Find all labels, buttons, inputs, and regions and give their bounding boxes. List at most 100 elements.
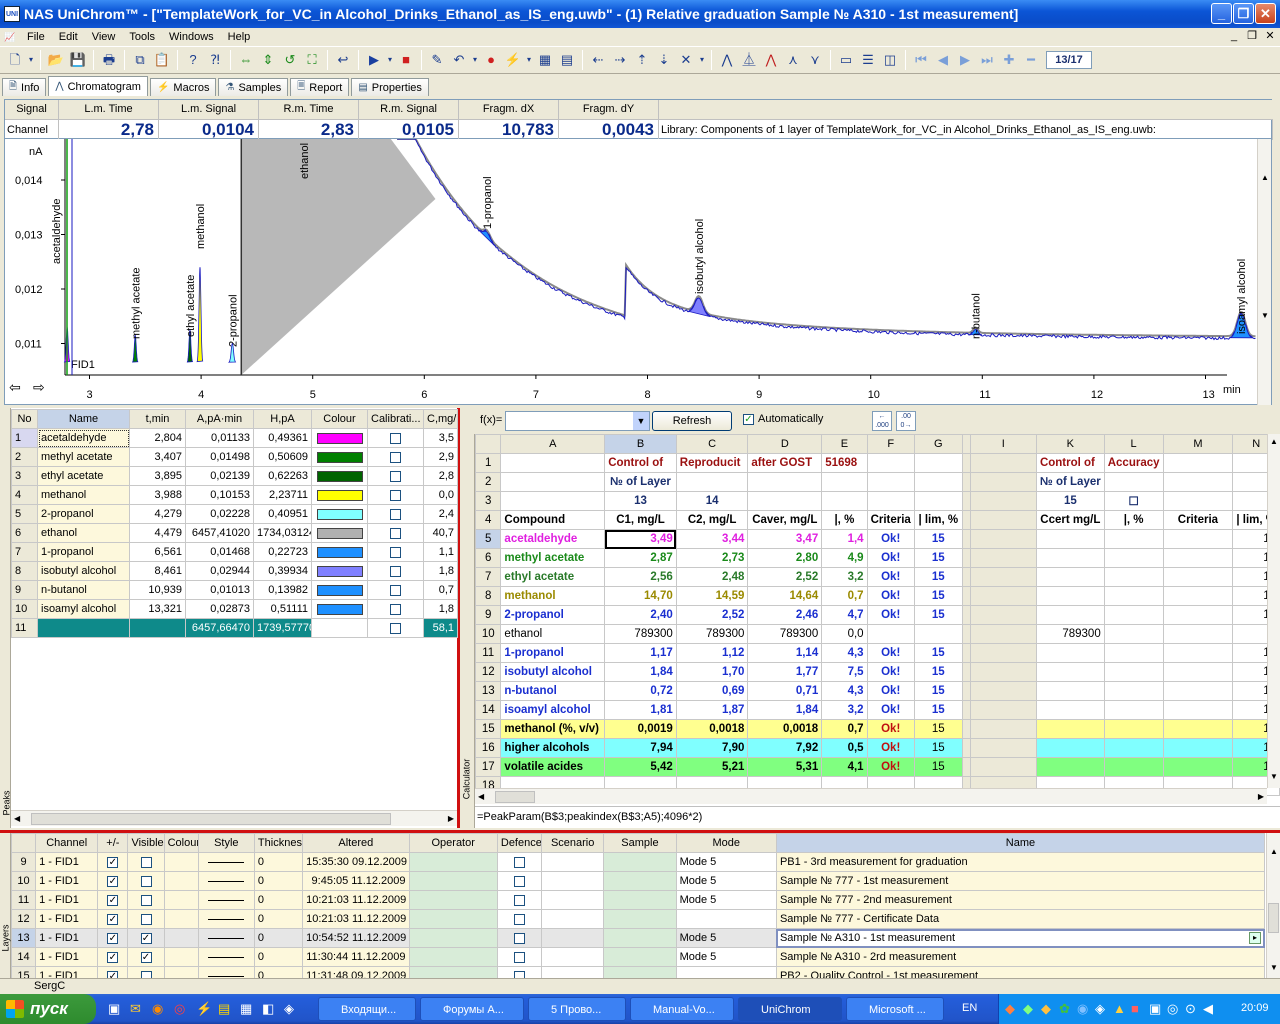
tray-icon-8[interactable]: ■: [1131, 1001, 1139, 1016]
layer-mode[interactable]: [675, 909, 777, 929]
colour-swatch[interactable]: [316, 565, 363, 577]
peak-area[interactable]: 6457,66470: [185, 618, 254, 638]
peak-area[interactable]: 0,01133: [185, 428, 254, 448]
layer-thickness[interactable]: 0: [253, 909, 304, 929]
calc-cell[interactable]: Ok!: [866, 662, 915, 682]
calc-col-header[interactable]: A: [500, 434, 606, 454]
calc-row-header[interactable]: 17: [474, 757, 502, 777]
calc-cell[interactable]: 3,49: [604, 529, 677, 549]
calc-cell[interactable]: 0,71: [747, 681, 823, 701]
chevron-down-icon[interactable]: ▼: [633, 412, 649, 430]
quicklaunch-icon-8[interactable]: ◧: [262, 1001, 274, 1017]
peak-height[interactable]: 0,62263: [253, 466, 312, 486]
save-icon[interactable]: 💾: [67, 49, 89, 71]
peak-colour[interactable]: [311, 466, 368, 486]
peak-no[interactable]: 10: [11, 599, 38, 619]
peak-height[interactable]: 0,49361: [253, 428, 312, 448]
calc-cell[interactable]: Ok!: [866, 567, 915, 587]
layer-col-header[interactable]: Scenario: [541, 833, 605, 853]
peak-height[interactable]: 2,23711: [253, 485, 312, 505]
calc-cell[interactable]: Reproducit: [675, 453, 749, 473]
peak-name[interactable]: n-butanol: [37, 580, 130, 600]
checkbox[interactable]: [513, 875, 525, 887]
calc-cell[interactable]: methanol: [500, 586, 606, 606]
formula-bar[interactable]: =PeakParam(B$3;peakindex(B$3;A5);4096*2): [475, 806, 1280, 826]
peak-no[interactable]: 2: [11, 447, 38, 467]
peaks-col-header[interactable]: H,pA: [253, 409, 312, 429]
peaks-col-header[interactable]: Calibrati...: [367, 409, 424, 429]
calc-cell[interactable]: 13: [604, 491, 677, 511]
tab-macros[interactable]: ⚡ Macros: [149, 78, 217, 96]
colour-swatch[interactable]: [316, 603, 363, 615]
calc-cell[interactable]: methyl acetate: [500, 548, 606, 568]
calc-cell[interactable]: [747, 472, 823, 492]
task-forums[interactable]: Форумы А...: [420, 997, 524, 1021]
paste-icon[interactable]: 📋: [151, 49, 173, 71]
peak-conc[interactable]: 2,9: [423, 447, 458, 467]
calibration-checkbox[interactable]: [390, 508, 401, 520]
fit-horizontal-icon[interactable]: ⇔: [235, 49, 257, 71]
peak-conc[interactable]: 0,7: [423, 580, 458, 600]
task-manual[interactable]: Manual-Vo...: [630, 997, 734, 1021]
colour-swatch[interactable]: [316, 527, 363, 539]
peak-no[interactable]: 4: [11, 485, 38, 505]
colour-swatch[interactable]: [316, 451, 363, 463]
layer-defence[interactable]: [496, 909, 543, 929]
calc-cell[interactable]: [1103, 586, 1164, 606]
calc-cell[interactable]: Ok!: [866, 605, 915, 625]
scroll-down-icon[interactable]: ▼: [1261, 311, 1269, 320]
mdi-restore-button[interactable]: ❐: [1244, 29, 1260, 43]
next-layer-icon[interactable]: ▶: [954, 49, 976, 71]
calc-cell[interactable]: 1-propanol: [500, 643, 606, 663]
layer-altered[interactable]: 15:35:30 09.12.2009: [302, 852, 410, 872]
help-icon[interactable]: ?: [182, 49, 204, 71]
play-icon[interactable]: ▶: [363, 49, 385, 71]
peak-no[interactable]: 11: [11, 618, 38, 638]
calc-cell[interactable]: [961, 605, 971, 625]
layer-visible[interactable]: ✓: [127, 947, 165, 967]
calc-cell[interactable]: [1035, 757, 1105, 777]
calibration-checkbox[interactable]: [390, 432, 401, 444]
peak-time[interactable]: 3,988: [129, 485, 186, 505]
calc-cell[interactable]: [1035, 529, 1105, 549]
calc-cell[interactable]: 15: [913, 700, 963, 720]
tray-icon-7[interactable]: ▲: [1113, 1001, 1126, 1016]
baseline-icon-2[interactable]: ⏅: [738, 49, 760, 71]
volume-icon[interactable]: ◀: [1203, 1001, 1213, 1017]
layer-style[interactable]: [197, 852, 255, 872]
new-icon[interactable]: 🗋: [4, 49, 26, 71]
calc-cell[interactable]: [961, 719, 971, 739]
calc-cell[interactable]: 3,2: [821, 700, 868, 720]
calc-cell[interactable]: [913, 624, 963, 644]
calc-cell[interactable]: [866, 491, 915, 511]
calc-cell[interactable]: 15: [913, 605, 963, 625]
tray-icon-10[interactable]: ◎: [1167, 1001, 1178, 1017]
calc-cell[interactable]: |, %: [821, 510, 868, 530]
calc-cell[interactable]: [1162, 586, 1234, 606]
calc-cell[interactable]: 15: [913, 643, 963, 663]
checkbox[interactable]: ✓: [140, 951, 152, 963]
layer-mode[interactable]: Mode 5: [675, 890, 777, 910]
calc-cell[interactable]: [1162, 738, 1234, 758]
peak-colour[interactable]: [311, 504, 368, 524]
checkbox[interactable]: [140, 913, 152, 925]
peak-name[interactable]: 2-propanol: [37, 504, 130, 524]
calc-cell[interactable]: 2,87: [604, 548, 677, 568]
calc-cell[interactable]: 3,2: [821, 567, 868, 587]
last-layer-icon[interactable]: ⏭: [976, 49, 998, 71]
peak-calibration[interactable]: [367, 466, 424, 486]
layer-plus[interactable]: ✓: [97, 871, 129, 891]
calc-cell[interactable]: C2, mg/L: [675, 510, 749, 530]
menu-help[interactable]: Help: [221, 31, 258, 43]
layer-no[interactable]: 14: [10, 947, 37, 967]
peak-area[interactable]: 0,02873: [185, 599, 254, 619]
colour-swatch[interactable]: [316, 470, 363, 482]
calibration-checkbox[interactable]: [390, 622, 401, 634]
peak-calibration[interactable]: [367, 523, 424, 543]
calc-cell[interactable]: 4,9: [821, 548, 868, 568]
peak-time[interactable]: 4,279: [129, 504, 186, 524]
peak-conc[interactable]: 1,8: [423, 599, 458, 619]
calc-cell[interactable]: 1,87: [675, 700, 749, 720]
peak-area[interactable]: 0,10153: [185, 485, 254, 505]
checkbox[interactable]: [140, 875, 152, 887]
